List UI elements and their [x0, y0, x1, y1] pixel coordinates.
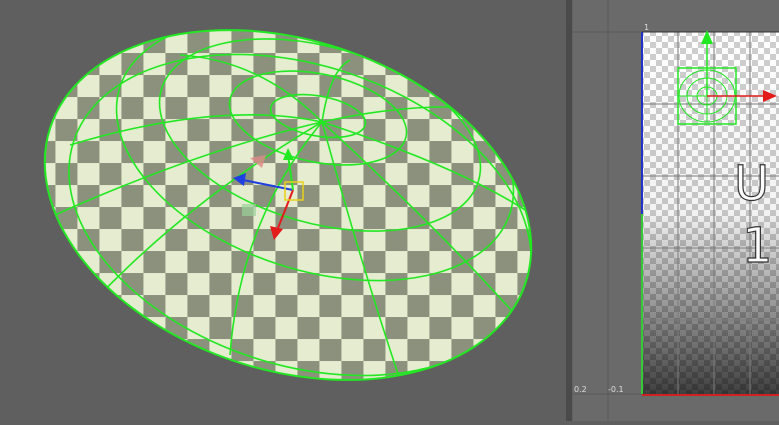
tick-label-0: 0.2 — [574, 385, 587, 394]
tick-label-1: -0.1 — [608, 385, 624, 394]
uv-editor-panel[interactable]: U 1 1 0.2 -0.1 — [571, 0, 779, 421]
ellipsoid-mesh[interactable] — [0, 0, 566, 421]
uv-tile-letter: U — [734, 156, 769, 212]
uv-tile-number: 1 — [742, 218, 773, 274]
grid-label-top: 1 — [644, 23, 649, 32]
3d-viewport[interactable] — [0, 0, 566, 421]
uv-texture-tile[interactable]: U 1 — [642, 32, 779, 394]
xy-plane-handle — [242, 204, 256, 216]
